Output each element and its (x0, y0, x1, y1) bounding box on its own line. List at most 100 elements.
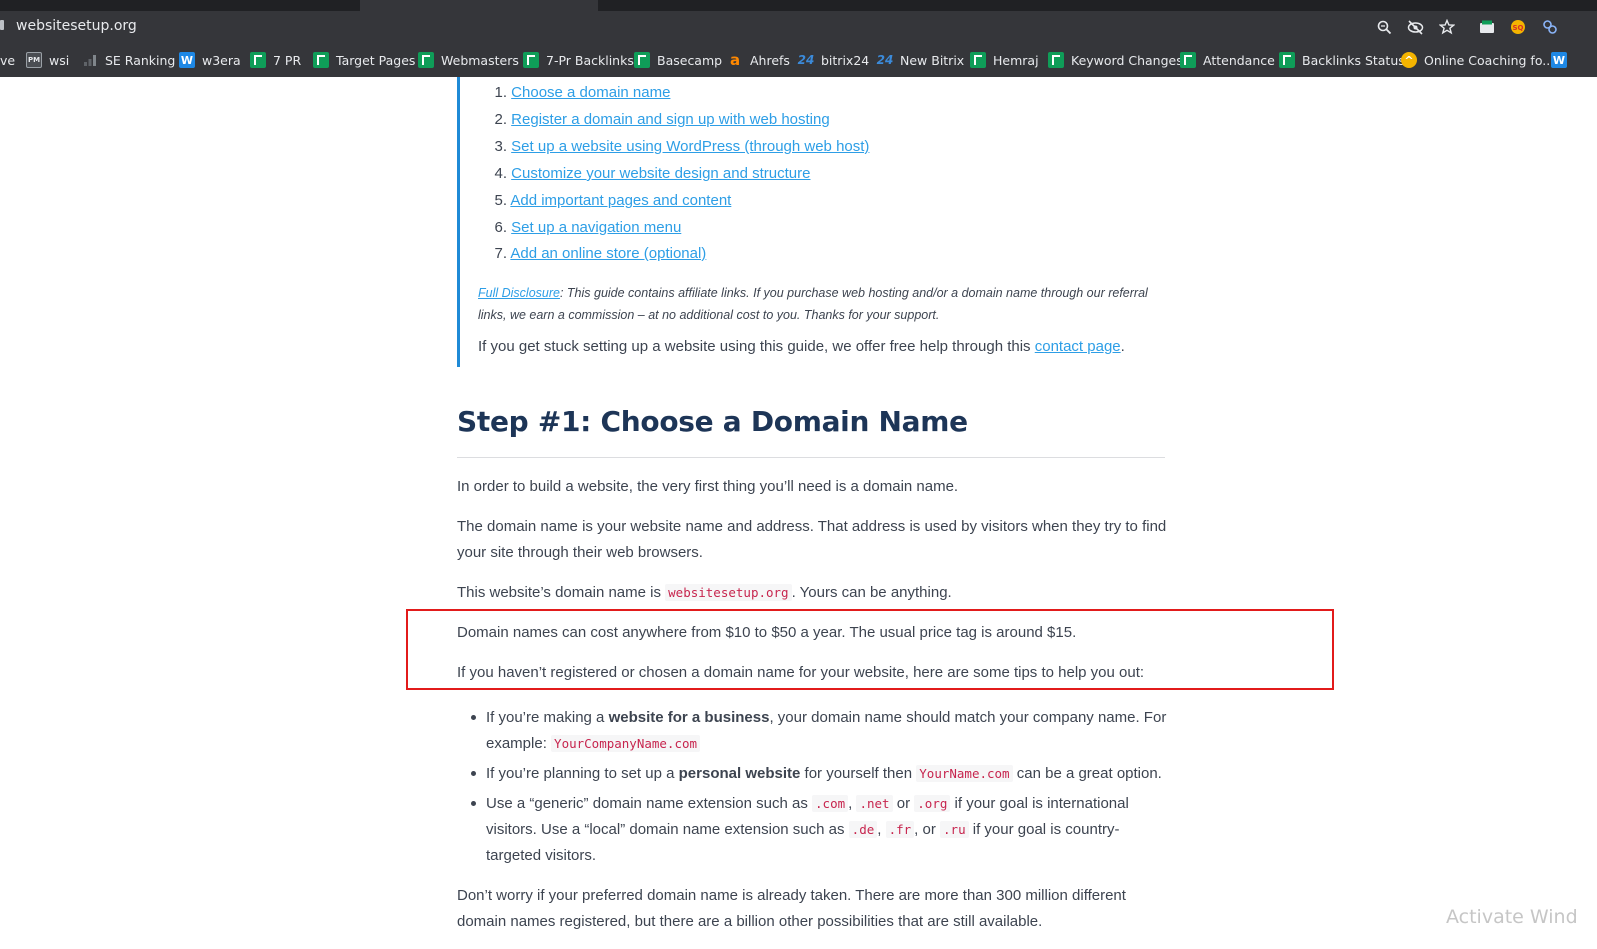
paragraph-example: This website’s domain name is websiteset… (457, 580, 1169, 606)
toc-number: 2. (494, 111, 507, 128)
star-icon[interactable] (1437, 17, 1457, 37)
bookmark-keyword-changes[interactable]: Keyword Changes (1048, 52, 1183, 68)
bookmark-se-ranking[interactable]: SE Ranking (82, 52, 175, 68)
extension-sq-icon[interactable]: SQ (1508, 17, 1528, 37)
bookmark-ve[interactable]: ve (0, 52, 15, 68)
full-disclosure-link[interactable]: Full Disclosure (478, 286, 560, 300)
toc-accent-bar (457, 77, 460, 367)
zoom-icon[interactable] (1374, 17, 1394, 37)
contact-page-link[interactable]: contact page (1035, 338, 1121, 355)
toc-link-wordpress[interactable]: Set up a website using WordPress (throug… (511, 138, 869, 155)
bookmark-label: Webmasters (441, 52, 519, 68)
bookmark-label: Ahrefs (750, 52, 790, 68)
sheets-icon (418, 52, 434, 68)
bookmark-label: 7 PR (273, 52, 302, 68)
text: If you’re planning to set up a (486, 765, 679, 782)
text: This website’s domain name is (457, 584, 666, 601)
w-icon: W (179, 52, 195, 68)
bookmark-attendance[interactable]: Attendance (1180, 52, 1275, 68)
toc-item: 4. Customize your website design and str… (470, 165, 810, 189)
svg-text:SQ: SQ (1513, 24, 1524, 32)
coaching-icon: ^ (1401, 52, 1417, 68)
bookmark-new-bitrix[interactable]: 24 New Bitrix (876, 52, 965, 68)
extension-mail-icon[interactable] (1477, 17, 1497, 37)
toc-number: 1. (494, 84, 507, 101)
toc-link-customize[interactable]: Customize your website design and struct… (511, 165, 810, 182)
toc-number: 3. (494, 138, 507, 155)
toc-item: 5. Add important pages and content (470, 192, 731, 216)
bookmark-label: bitrix24 (821, 52, 870, 68)
bookmark-7pr[interactable]: 7 PR (250, 52, 301, 68)
heading-divider (457, 457, 1165, 458)
toc-link-online-store[interactable]: Add an online store (optional) (510, 245, 706, 262)
bookmark-label: SE Ranking (105, 52, 176, 68)
bold-text: personal website (678, 765, 801, 782)
code-extension: .ru (940, 821, 969, 838)
address-bar[interactable] (0, 11, 1597, 43)
text: or (892, 795, 915, 812)
affiliate-disclosure: Full Disclosure: This guide contains aff… (478, 283, 1168, 326)
toc-link-register-domain[interactable]: Register a domain and sign up with web h… (511, 111, 830, 128)
code-extension: .de (848, 821, 878, 838)
bookmark-label: w3era (202, 52, 241, 68)
toc-item: 7. Add an online store (optional) (470, 245, 706, 269)
bookmark-target-pages[interactable]: Target Pages (313, 52, 415, 68)
bitrix24-icon: 24 (876, 53, 894, 67)
bookmark-label: Keyword Changes (1071, 52, 1183, 68)
list-item: If you’re planning to set up a personal … (471, 761, 1171, 787)
list-item: If you’re making a website for a busines… (471, 705, 1171, 757)
bookmark-online-coaching[interactable]: ^ Online Coaching fo... (1401, 52, 1554, 68)
bookmark-ahrefs[interactable]: a Ahrefs (727, 51, 790, 69)
bookmark-bitrix24[interactable]: 24 bitrix24 (797, 52, 870, 68)
pm-icon: PM (26, 52, 42, 68)
code-domain: websitesetup.org (665, 584, 792, 601)
bookmark-basecamp[interactable]: Basecamp (634, 52, 722, 68)
list-item: Use a “generic” domain name extension su… (471, 791, 1171, 869)
url-text[interactable]: websitesetup.org (16, 18, 137, 34)
sheets-icon (1279, 52, 1295, 68)
code-example: YourCompanyName.com (551, 735, 701, 752)
ahrefs-icon: a (729, 51, 741, 69)
bookmark-label: Target Pages (336, 52, 416, 68)
toc-link-choose-domain[interactable]: Choose a domain name (511, 84, 670, 101)
sheets-icon (1180, 52, 1196, 68)
toc-link-navigation[interactable]: Set up a navigation menu (511, 219, 681, 236)
bookmark-w3era[interactable]: Ww3era (179, 52, 241, 68)
toc-number: 4. (494, 165, 507, 182)
toc-item: 2. Register a domain and sign up with we… (470, 111, 830, 135)
bookmark-label: Backlinks Status (1302, 52, 1405, 68)
disclosure-text: : This guide contains affiliate links. I… (478, 286, 1148, 322)
paragraph-availability: Don’t worry if your preferred domain nam… (457, 887, 1126, 930)
text: for yourself then (800, 765, 917, 782)
toc-item: 1. Choose a domain name (470, 84, 670, 108)
bookmark-label: ve (0, 52, 16, 68)
active-tab[interactable] (360, 0, 598, 11)
bookmark-webmasters[interactable]: Webmasters (418, 52, 519, 68)
bold-text: website for a business (608, 709, 770, 726)
bookmark-backlinks-status[interactable]: Backlinks Status (1279, 52, 1405, 68)
help-paragraph: If you get stuck setting up a website us… (478, 338, 1125, 355)
bitrix24-icon: 24 (797, 53, 815, 67)
sheets-icon (250, 52, 266, 68)
text: . Yours can be anything. (791, 584, 952, 601)
toc-link-pages[interactable]: Add important pages and content (510, 192, 731, 209)
highlight-box (406, 609, 1334, 690)
bookmark-label: wsi (49, 52, 70, 68)
bookmark-label: New Bitrix (900, 52, 965, 68)
bookmark-7pr-backlinks[interactable]: 7-Pr Backlinks (523, 52, 634, 68)
extension-link-icon[interactable] (1540, 17, 1560, 37)
toc-item: 3. Set up a website using WordPress (thr… (470, 138, 869, 162)
bookmark-label: Hemraj (993, 52, 1039, 68)
bookmark-label: 7-Pr Backlinks (546, 52, 634, 68)
bookmark-label: Basecamp (657, 52, 723, 68)
lock-icon[interactable] (0, 20, 4, 30)
toc-number: 7. (494, 245, 507, 262)
toc-item: 6. Set up a navigation menu (470, 219, 681, 243)
eye-off-icon[interactable] (1405, 17, 1425, 37)
sheets-icon (970, 52, 986, 68)
bookmark-label: Online Coaching fo... (1424, 52, 1555, 68)
bookmark-label: Attendance (1203, 52, 1275, 68)
bookmark-overflow[interactable]: W (1551, 52, 1574, 68)
bookmark-hemraj[interactable]: Hemraj (970, 52, 1039, 68)
bookmark-wsi[interactable]: PM wsi (26, 52, 69, 68)
